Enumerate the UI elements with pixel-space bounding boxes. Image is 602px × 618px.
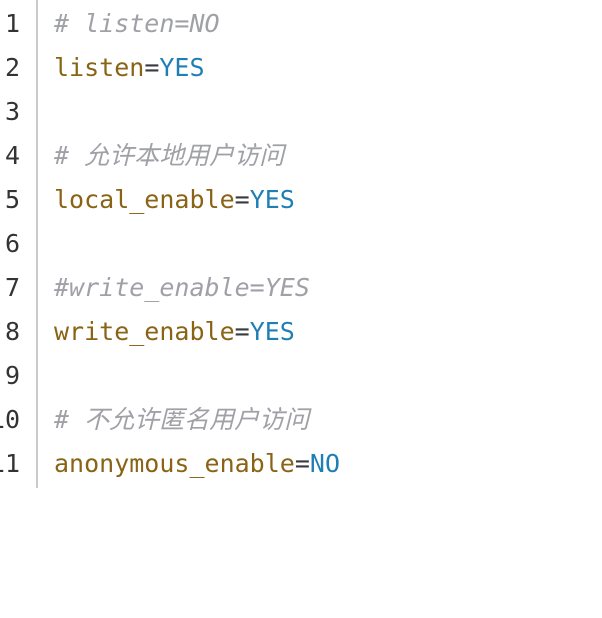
config-value: YES bbox=[249, 317, 295, 346]
code-line: 1 # listen=NO bbox=[0, 2, 602, 46]
code-line: 10 # 不允许匿名用户访问 bbox=[0, 398, 602, 442]
line-number: 1 bbox=[4, 9, 20, 38]
code-line: 4 # 允许本地用户访问 bbox=[0, 134, 602, 178]
equals-sign: = bbox=[234, 185, 250, 214]
comment-text: # 不允许匿名用户访问 bbox=[54, 405, 310, 434]
assignment: listen=YES bbox=[54, 46, 205, 90]
config-key: anonymous_enable bbox=[54, 449, 295, 478]
equals-sign: = bbox=[144, 53, 160, 82]
assignment: write_enable=YES bbox=[54, 310, 295, 354]
equals-sign: = bbox=[234, 317, 250, 346]
code-line: 11 anonymous_enable=NO bbox=[0, 442, 602, 486]
line-number: 2 bbox=[4, 53, 20, 82]
config-value: YES bbox=[249, 185, 295, 214]
code-line: 6 bbox=[0, 222, 602, 266]
line-number: 7 bbox=[4, 273, 20, 302]
line-number: 11 bbox=[0, 449, 20, 478]
comment-text: # listen=NO bbox=[54, 9, 220, 38]
config-key: write_enable bbox=[54, 317, 235, 346]
line-number: 5 bbox=[4, 185, 20, 214]
assignment: anonymous_enable=NO bbox=[54, 442, 340, 486]
line-number: 9 bbox=[4, 361, 20, 390]
code-line: 8 write_enable=YES bbox=[0, 310, 602, 354]
code-line: 7 #write_enable=YES bbox=[0, 266, 602, 310]
assignment: local_enable=YES bbox=[54, 178, 295, 222]
code-line: 9 bbox=[0, 354, 602, 398]
config-value: NO bbox=[309, 449, 340, 478]
line-number: 6 bbox=[4, 229, 20, 258]
config-key: listen bbox=[54, 53, 145, 82]
code-editor[interactable]: 1 # listen=NO 2 listen=YES 3 4 # 允许本地用户访… bbox=[0, 0, 602, 488]
code-line: 5 local_enable=YES bbox=[0, 178, 602, 222]
config-value: YES bbox=[159, 53, 205, 82]
code-line: 3 bbox=[0, 90, 602, 134]
equals-sign: = bbox=[294, 449, 310, 478]
comment-text: #write_enable=YES bbox=[54, 273, 310, 302]
code-line: 2 listen=YES bbox=[0, 46, 602, 90]
line-number: 3 bbox=[4, 97, 20, 126]
line-number: 10 bbox=[0, 405, 20, 434]
config-key: local_enable bbox=[54, 185, 235, 214]
line-number: 4 bbox=[4, 141, 20, 170]
line-number: 8 bbox=[4, 317, 20, 346]
comment-text: # 允许本地用户访问 bbox=[54, 141, 285, 170]
